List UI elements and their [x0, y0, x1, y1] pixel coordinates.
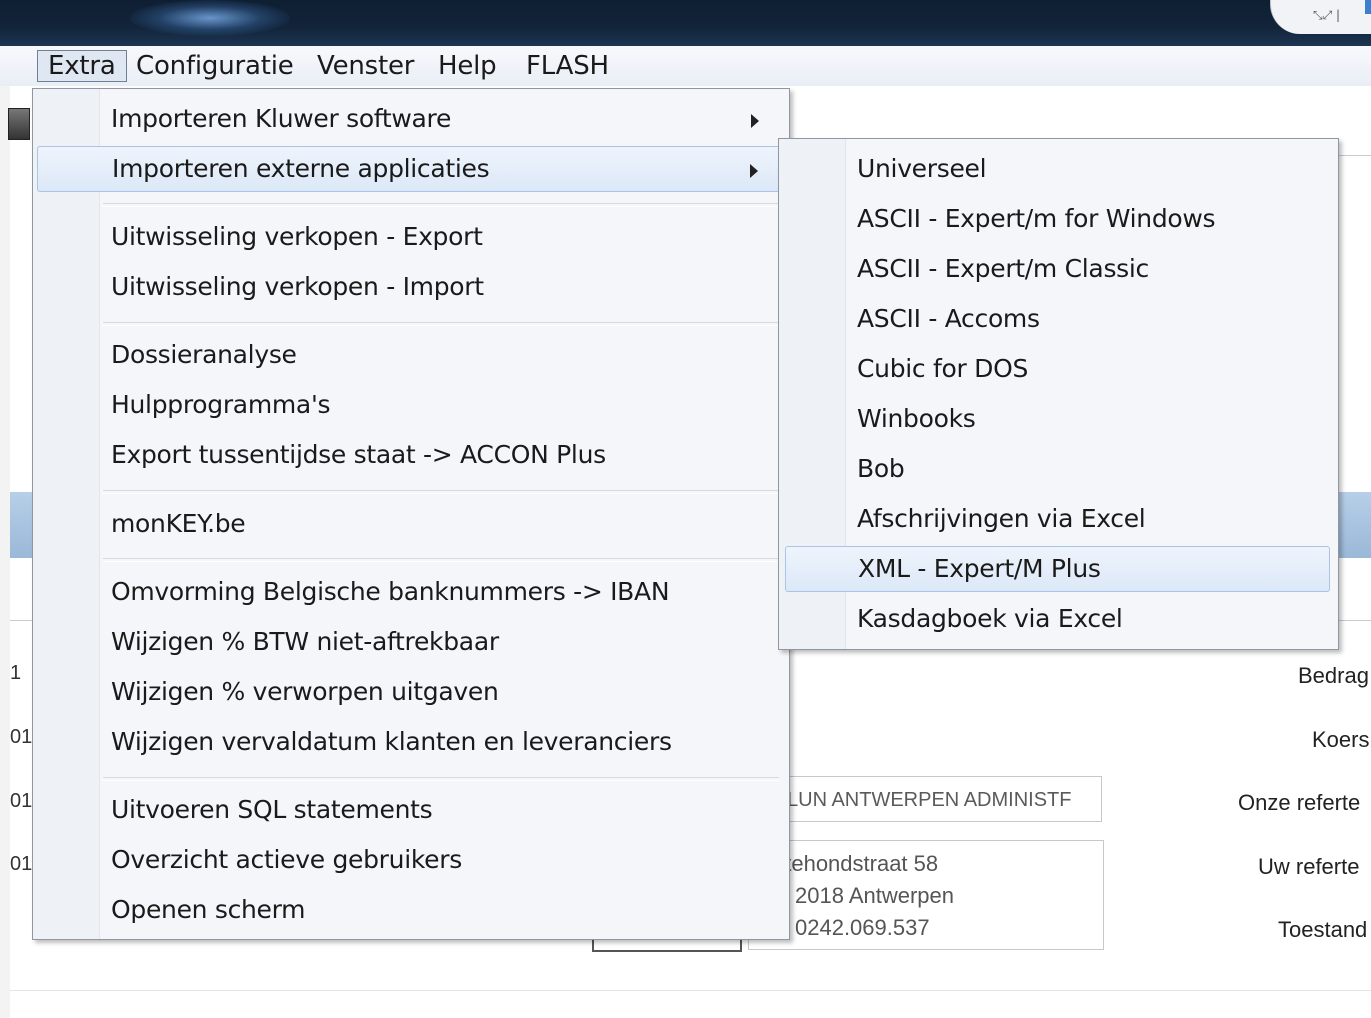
- submenu-item-label: ASCII - Accoms: [857, 304, 1040, 333]
- submenu-item-ascii-expert-windows[interactable]: ASCII - Expert/m for Windows: [785, 197, 1330, 243]
- menu-item-label: Omvorming Belgische banknummers -> IBAN: [111, 577, 670, 606]
- menu-item-wijzigen-btw[interactable]: Wijzigen % BTW niet-aftrekbaar: [37, 620, 785, 666]
- menubar-item-help[interactable]: Help: [428, 50, 506, 82]
- address-box[interactable]: otehondstraat 58 2018 Antwerpen 0242.069…: [748, 840, 1104, 950]
- extra-dropdown-menu: Importeren Kluwer software Importeren ex…: [32, 88, 790, 940]
- menu-item-omvorming-iban[interactable]: Omvorming Belgische banknummers -> IBAN: [37, 570, 785, 616]
- window-title-bar: ⤡⤢ |: [0, 0, 1371, 46]
- row-number: 01: [10, 726, 33, 748]
- menu-item-label: Openen scherm: [111, 895, 306, 924]
- menu-item-export-tussentijdse-staat[interactable]: Export tussentijdse staat -> ACCON Plus: [37, 433, 785, 479]
- submenu-item-label: Afschrijvingen via Excel: [857, 504, 1146, 533]
- bg-divider: [10, 620, 34, 621]
- restore-icon[interactable]: ⤡⤢ |: [1313, 8, 1340, 23]
- submenu-item-bob[interactable]: Bob: [785, 447, 1330, 493]
- menu-item-overzicht-actieve-gebruikers[interactable]: Overzicht actieve gebruikers: [37, 838, 785, 884]
- menu-item-label: Overzicht actieve gebruikers: [111, 845, 462, 874]
- menu-separator: [103, 322, 779, 326]
- menu-item-label: Importeren Kluwer software: [111, 104, 452, 133]
- externe-applicaties-submenu: Universeel ASCII - Expert/m for Windows …: [778, 138, 1339, 650]
- menu-item-dossieranalyse[interactable]: Dossieranalyse: [37, 333, 785, 379]
- menu-bar: Extra Configuratie Venster Help FLASH: [0, 46, 1371, 87]
- window-controls: ⤡⤢ |: [1270, 0, 1371, 34]
- submenu-item-ascii-accoms[interactable]: ASCII - Accoms: [785, 297, 1330, 343]
- menu-item-importeren-kluwer-software[interactable]: Importeren Kluwer software: [37, 97, 785, 143]
- submenu-item-label: Bob: [857, 454, 905, 483]
- menu-item-label: monKEY.be: [111, 509, 246, 538]
- menu-item-uitwisseling-verkopen-export[interactable]: Uitwisseling verkopen - Export: [37, 215, 785, 261]
- bg-divider: [1338, 155, 1371, 156]
- menu-item-label: Hulpprogramma's: [111, 390, 331, 419]
- submenu-item-xml-expert-m-plus[interactable]: XML - Expert/M Plus: [785, 546, 1330, 592]
- address-vat: 0242.069.537: [795, 915, 930, 940]
- menu-item-uitvoeren-sql[interactable]: Uitvoeren SQL statements: [37, 788, 785, 834]
- submenu-item-label: ASCII - Expert/m for Windows: [857, 204, 1216, 233]
- menu-separator: [103, 490, 779, 494]
- menu-item-monkey[interactable]: monKEY.be: [37, 502, 785, 548]
- menu-item-wijzigen-vervaldatum[interactable]: Wijzigen vervaldatum klanten en leveranc…: [37, 720, 785, 766]
- menubar-item-flash[interactable]: FLASH: [516, 50, 619, 82]
- label-onze-referte: Onze referte: [1238, 790, 1361, 815]
- menu-separator: [103, 558, 779, 562]
- bg-divider: [1338, 620, 1371, 621]
- submenu-item-label: XML - Expert/M Plus: [858, 554, 1101, 583]
- left-strip: [0, 86, 10, 1018]
- address-street: otehondstraat 58: [773, 851, 939, 876]
- menu-item-importeren-externe-applicaties[interactable]: Importeren externe applicaties: [37, 146, 785, 192]
- submenu-item-afschrijvingen-excel[interactable]: Afschrijvingen via Excel: [785, 497, 1330, 543]
- row-number: 01: [10, 853, 33, 875]
- menu-separator: [103, 777, 779, 781]
- submenu-item-cubic-for-dos[interactable]: Cubic for DOS: [785, 347, 1330, 393]
- menu-item-label: Wijzigen % verworpen uitgaven: [111, 677, 499, 706]
- small-input[interactable]: [592, 940, 742, 952]
- menu-item-wijzigen-verworpen-uitgaven[interactable]: Wijzigen % verworpen uitgaven: [37, 670, 785, 716]
- submenu-item-label: Cubic for DOS: [857, 354, 1029, 383]
- submenu-item-label: Kasdagboek via Excel: [857, 604, 1123, 633]
- submenu-item-label: Universeel: [857, 154, 987, 183]
- submenu-item-ascii-expert-classic[interactable]: ASCII - Expert/m Classic: [785, 247, 1330, 293]
- menu-item-label: Importeren externe applicaties: [112, 154, 490, 183]
- label-toestand: Toestand: [1278, 917, 1368, 942]
- submenu-item-kasdagboek-excel[interactable]: Kasdagboek via Excel: [785, 597, 1330, 643]
- menubar-item-venster[interactable]: Venster: [307, 50, 424, 82]
- menu-separator: [103, 203, 779, 207]
- label-uw-referte: Uw referte: [1258, 854, 1360, 879]
- row-number: 1: [10, 662, 22, 684]
- menu-item-hulpprogrammas[interactable]: Hulpprogramma's: [37, 383, 785, 429]
- name-field[interactable]: LUN ANTWERPEN ADMINISTF: [772, 776, 1102, 822]
- submenu-item-winbooks[interactable]: Winbooks: [785, 397, 1330, 443]
- submenu-item-label: ASCII - Expert/m Classic: [857, 254, 1149, 283]
- menu-item-label: Uitwisseling verkopen - Export: [111, 222, 483, 251]
- submenu-item-universeel[interactable]: Universeel: [785, 147, 1330, 193]
- bg-divider: [10, 990, 1371, 991]
- menu-item-label: Uitvoeren SQL statements: [111, 795, 433, 824]
- menubar-item-extra[interactable]: Extra: [37, 50, 127, 82]
- menu-item-label: Dossieranalyse: [111, 340, 297, 369]
- calculator-icon[interactable]: [8, 108, 30, 140]
- menu-item-openen-scherm[interactable]: Openen scherm: [37, 888, 785, 934]
- label-bedrag: Bedrag: [1298, 663, 1369, 688]
- name-field-value: LUN ANTWERPEN ADMINISTF: [787, 789, 1072, 811]
- menubar-item-configuratie[interactable]: Configuratie: [126, 50, 304, 82]
- submenu-arrow-icon: [751, 114, 759, 128]
- label-koers: Koers: [1312, 727, 1370, 752]
- menu-item-label: Wijzigen % BTW niet-aftrekbaar: [111, 627, 499, 656]
- address-city: 2018 Antwerpen: [795, 883, 955, 908]
- menu-item-label: Wijzigen vervaldatum klanten en leveranc…: [111, 727, 672, 756]
- menu-item-uitwisseling-verkopen-import[interactable]: Uitwisseling verkopen - Import: [37, 265, 785, 311]
- row-number: 01: [10, 790, 33, 812]
- submenu-arrow-icon: [750, 164, 758, 178]
- close-button-edge[interactable]: [1365, 0, 1371, 14]
- menu-item-label: Export tussentijdse staat -> ACCON Plus: [111, 440, 606, 469]
- title-glow: [130, 0, 290, 36]
- submenu-item-label: Winbooks: [857, 404, 976, 433]
- menu-item-label: Uitwisseling verkopen - Import: [111, 272, 484, 301]
- menubar-item-partial[interactable]: [0, 50, 14, 82]
